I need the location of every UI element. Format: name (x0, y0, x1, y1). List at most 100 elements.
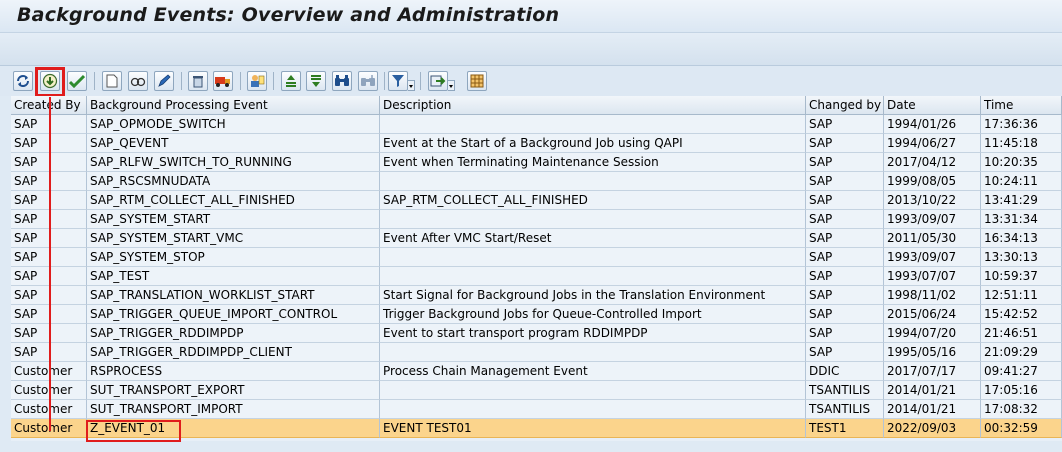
table-row[interactable]: SAP SAP_RLFW_SWITCH_TO_RUNNING Event when … (11, 153, 1062, 172)
cell-date[interactable]: 1998/11/02 (884, 286, 981, 305)
cell-event[interactable]: SAP_TRIGGER_RDDIMPDP_CLIENT (87, 343, 380, 362)
cell-changed-by[interactable]: SAP (806, 248, 884, 267)
cell-description[interactable] (380, 400, 806, 419)
find-next-button[interactable] (358, 71, 378, 91)
cell-time[interactable]: 15:42:52 (981, 305, 1062, 324)
column-header-time[interactable]: Time (981, 96, 1062, 115)
cell-changed-by[interactable]: SAP (806, 153, 884, 172)
cell-description[interactable] (380, 267, 806, 286)
cell-description[interactable]: Process Chain Management Event (380, 362, 806, 381)
transport-button[interactable] (213, 71, 233, 91)
cell-time[interactable]: 17:08:32 (981, 400, 1062, 419)
cell-event[interactable]: SAP_RSCSMNUDATA (87, 172, 380, 191)
cell-date[interactable]: 1993/09/07 (884, 210, 981, 229)
cell-time[interactable]: 13:30:13 (981, 248, 1062, 267)
cell-description[interactable]: Event After VMC Start/Reset (380, 229, 806, 248)
column-header-date[interactable]: Date (884, 96, 981, 115)
cell-event[interactable]: RSPROCESS (87, 362, 380, 381)
table-row[interactable]: SAP SAP_TRIGGER_RDDIMPDP_CLIENT SAP 1995/05… (11, 343, 1062, 362)
filter-button[interactable] (388, 71, 408, 91)
cell-description[interactable]: Event at the Start of a Background Job u… (380, 134, 806, 153)
export-button[interactable] (428, 71, 448, 91)
table-row[interactable]: SAP SAP_TRIGGER_QUEUE_IMPORT_CONTROL Trigg… (11, 305, 1062, 324)
cell-description[interactable] (380, 381, 806, 400)
table-row[interactable]: Customer RSPROCESS Process Chain Managemen… (11, 362, 1062, 381)
cell-changed-by[interactable]: SAP (806, 210, 884, 229)
cell-time[interactable]: 13:31:34 (981, 210, 1062, 229)
cell-changed-by[interactable]: SAP (806, 343, 884, 362)
cell-event[interactable]: SAP_TRIGGER_RDDIMPDP (87, 324, 380, 343)
cell-date[interactable]: 1995/05/16 (884, 343, 981, 362)
cell-description[interactable] (380, 248, 806, 267)
cell-changed-by[interactable]: SAP (806, 305, 884, 324)
cell-time[interactable]: 11:45:18 (981, 134, 1062, 153)
cell-description[interactable] (380, 210, 806, 229)
cell-event[interactable]: SAP_TEST (87, 267, 380, 286)
cell-time[interactable]: 10:59:37 (981, 267, 1062, 286)
cell-event[interactable]: SAP_SYSTEM_STOP (87, 248, 380, 267)
table-row[interactable]: Customer SUT_TRANSPORT_IMPORT TSANTILIS 201… (11, 400, 1062, 419)
cell-date[interactable]: 1993/07/07 (884, 267, 981, 286)
table-row[interactable]: SAP SAP_RTM_COLLECT_ALL_FINISHED SAP_RTM_C… (11, 191, 1062, 210)
where-used-button[interactable] (247, 71, 267, 91)
cell-changed-by[interactable]: SAP (806, 324, 884, 343)
cell-changed-by[interactable]: TEST1 (806, 419, 884, 438)
cell-event[interactable]: SAP_TRANSLATION_WORKLIST_START (87, 286, 380, 305)
cell-changed-by[interactable]: SAP (806, 267, 884, 286)
cell-date[interactable]: 1993/09/07 (884, 248, 981, 267)
cell-event[interactable]: SAP_OPMODE_SWITCH (87, 115, 380, 134)
cell-date[interactable]: 1999/08/05 (884, 172, 981, 191)
cell-event[interactable]: SAP_SYSTEM_START_VMC (87, 229, 380, 248)
table-row[interactable]: SAP SAP_QEVENT Event at the Start of a Bac… (11, 134, 1062, 153)
table-row[interactable]: SAP SAP_TEST SAP 1993/07/07 10:59:37 (11, 267, 1062, 286)
cell-date[interactable]: 2011/05/30 (884, 229, 981, 248)
cell-changed-by[interactable]: SAP (806, 286, 884, 305)
cell-description[interactable] (380, 172, 806, 191)
cell-date[interactable]: 2013/10/22 (884, 191, 981, 210)
cell-description[interactable]: Event when Terminating Maintenance Sessi… (380, 153, 806, 172)
cell-time[interactable]: 10:24:11 (981, 172, 1062, 191)
cell-event[interactable]: SUT_TRANSPORT_IMPORT (87, 400, 380, 419)
table-row[interactable]: SAP SAP_RSCSMNUDATA SAP 1999/08/05 10:24:11 (11, 172, 1062, 191)
cell-time[interactable]: 17:36:36 (981, 115, 1062, 134)
delete-button[interactable] (188, 71, 208, 91)
cell-changed-by[interactable]: DDIC (806, 362, 884, 381)
table-row[interactable]: SAP SAP_OPMODE_SWITCH SAP 1994/01/26 17:36:3… (11, 115, 1062, 134)
cell-date[interactable]: 1994/07/20 (884, 324, 981, 343)
sort-descending-button[interactable] (306, 71, 326, 91)
cell-description[interactable]: Event to start transport program RDDIMPD… (380, 324, 806, 343)
column-header-description[interactable]: Description (380, 96, 806, 115)
cell-time[interactable]: 13:41:29 (981, 191, 1062, 210)
cell-date[interactable]: 2022/09/03 (884, 419, 981, 438)
cell-event[interactable]: SAP_RLFW_SWITCH_TO_RUNNING (87, 153, 380, 172)
cell-date[interactable]: 2014/01/21 (884, 400, 981, 419)
cell-date[interactable]: 1994/06/27 (884, 134, 981, 153)
cell-date[interactable]: 1994/01/26 (884, 115, 981, 134)
cell-description[interactable] (380, 115, 806, 134)
cell-description[interactable]: Start Signal for Background Jobs in the … (380, 286, 806, 305)
cell-description[interactable]: EVENT TEST01 (380, 419, 806, 438)
cell-event[interactable]: SAP_RTM_COLLECT_ALL_FINISHED (87, 191, 380, 210)
table-row[interactable]: SAP SAP_TRANSLATION_WORKLIST_START Start S… (11, 286, 1062, 305)
filter-dropdown-arrow[interactable] (408, 80, 415, 91)
export-dropdown-arrow[interactable] (448, 80, 455, 91)
change-button[interactable] (154, 71, 174, 91)
cell-time[interactable]: 21:46:51 (981, 324, 1062, 343)
cell-date[interactable]: 2017/07/17 (884, 362, 981, 381)
cell-time[interactable]: 16:34:13 (981, 229, 1062, 248)
cell-time[interactable]: 17:05:16 (981, 381, 1062, 400)
cell-event[interactable]: SAP_TRIGGER_QUEUE_IMPORT_CONTROL (87, 305, 380, 324)
table-row[interactable]: SAP SAP_SYSTEM_START_VMC Event After VMC S… (11, 229, 1062, 248)
cell-changed-by[interactable]: TSANTILIS (806, 381, 884, 400)
cell-changed-by[interactable]: TSANTILIS (806, 400, 884, 419)
cell-event[interactable]: SAP_QEVENT (87, 134, 380, 153)
cell-date[interactable]: 2014/01/21 (884, 381, 981, 400)
check-button[interactable] (67, 71, 87, 91)
cell-time[interactable]: 09:41:27 (981, 362, 1062, 381)
table-row[interactable]: SAP SAP_SYSTEM_START SAP 1993/09/07 13:31:34 (11, 210, 1062, 229)
cell-event[interactable]: SAP_SYSTEM_START (87, 210, 380, 229)
cell-time[interactable]: 12:51:11 (981, 286, 1062, 305)
sort-ascending-button[interactable] (281, 71, 301, 91)
cell-date[interactable]: 2015/06/24 (884, 305, 981, 324)
cell-time[interactable]: 10:20:35 (981, 153, 1062, 172)
